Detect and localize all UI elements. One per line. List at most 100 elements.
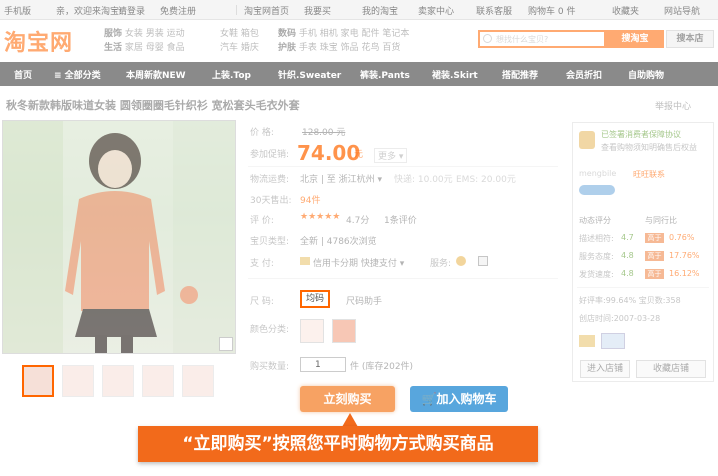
color-option-orange[interactable] <box>332 319 356 343</box>
category-row[interactable]: 女装 男装 运动 <box>125 29 185 39</box>
payment-options[interactable]: 信用卡分期 快捷支付 ▾ <box>313 256 404 269</box>
type-label: 宝贝类型: <box>250 237 290 247</box>
service-badge-icon[interactable] <box>456 256 466 266</box>
wangwang-contact-link[interactable]: 旺旺联系 <box>633 169 665 180</box>
buy-now-callout: “立即购买”按照您平时购物方式购买商品 <box>138 426 538 462</box>
zoom-icon[interactable] <box>219 337 233 351</box>
nav-item-matching[interactable]: 搭配推荐 <box>502 68 538 81</box>
mobile-link[interactable]: 手机版 <box>4 4 31 17</box>
dsr-title: 动态评分 <box>579 216 611 225</box>
guarantee-subtitle[interactable]: 查看购物须知明确售后权益 <box>601 142 697 153</box>
dsr-row-label: 发货速度: <box>579 270 614 279</box>
dsr-row-badge: 高于 <box>645 251 664 261</box>
sold-label: 30天售出: <box>250 196 292 206</box>
category-row[interactable]: 女鞋 箱包 <box>220 27 259 41</box>
category-row[interactable]: 汽车 婚庆 <box>220 41 259 55</box>
size-helper-link[interactable]: 尺码助手 <box>346 294 382 307</box>
service-return-icon[interactable] <box>478 256 488 266</box>
promo-price: 74.00 <box>297 141 361 165</box>
dsr-row-label: 服务态度: <box>579 252 614 261</box>
size-option-free[interactable]: 均码 <box>300 290 330 308</box>
rating-label: 评 价: <box>250 216 274 226</box>
certification-icon <box>601 333 625 349</box>
register-link[interactable]: 免费注册 <box>160 4 196 17</box>
quantity-stepper[interactable]: 1 <box>300 357 346 372</box>
rating-count-link[interactable]: 1条评价 <box>384 213 417 226</box>
category-row[interactable]: 手表 珠宝 饰品 花鸟 百货 <box>299 43 400 53</box>
thumbnail[interactable] <box>182 365 214 397</box>
compare-title: 与同行比 <box>645 216 677 225</box>
search-store-button[interactable]: 搜本店 <box>666 30 714 48</box>
dsr-row-pct: 16.12% <box>669 269 700 278</box>
color-option-white[interactable] <box>300 319 324 343</box>
cart-link[interactable]: 购物车 0 件 <box>528 4 575 17</box>
thumbnail[interactable] <box>102 365 134 397</box>
contact-service-link[interactable]: 联系客服 <box>476 4 512 17</box>
product-title: 秋冬新款韩版味道女装 圆领圈圈毛针织衫 宽松套头毛衣外套 <box>6 99 300 112</box>
seller-panel: 已签署消费者保障协议 查看购物须知明确售后权益 mengbile 旺旺联系 动态… <box>572 122 714 382</box>
dsr-row-pct: 0.76% <box>669 233 695 242</box>
report-center-link[interactable]: 举报中心 <box>655 99 691 112</box>
thumbnail[interactable] <box>62 365 94 397</box>
payment-icon <box>579 335 595 347</box>
favorite-store-button[interactable]: 收藏店铺 <box>636 360 706 378</box>
model-photo <box>3 121 235 353</box>
promo-more-dropdown[interactable]: 更多 ▾ <box>374 148 408 163</box>
dsr-row-badge: 高于 <box>645 269 664 279</box>
add-to-cart-label: 加入购物车 <box>436 392 497 406</box>
dsr-row-pct: 17.76% <box>669 251 700 260</box>
login-link[interactable]: 请登录 <box>118 4 145 17</box>
dsr-row-score: 4.8 <box>621 251 634 260</box>
thumbnail[interactable] <box>142 365 174 397</box>
guarantee-badge-icon <box>579 131 595 149</box>
shipping-label: 物流运费: <box>250 175 290 185</box>
nav-item-self-service[interactable]: 自助购物 <box>628 68 664 81</box>
quantity-label: 购买数量: <box>250 362 290 372</box>
add-to-cart-button[interactable]: 🛒加入购物车 <box>410 386 508 412</box>
favorites-menu[interactable]: 收藏夹 <box>612 4 639 17</box>
my-taobao-menu[interactable]: 我的淘宝 <box>362 4 398 17</box>
buy-now-button[interactable]: 立刻购买 <box>300 386 395 412</box>
rating-stars: ★★★★★ <box>300 212 341 222</box>
quantity-value[interactable]: 1 <box>315 360 321 370</box>
search-placeholder: 想找什么宝贝? <box>496 35 549 44</box>
guarantee-title[interactable]: 已签署消费者保障协议 <box>601 129 681 140</box>
nav-item-pants[interactable]: 裤装.Pants <box>360 68 410 81</box>
type-value: 全新 | 4786次浏览 <box>300 237 377 247</box>
category-row[interactable]: 手机 相机 家电 配件 笔记本 <box>299 29 409 39</box>
home-link[interactable]: 淘宝网首页 <box>244 4 289 17</box>
dsr-row-score: 4.7 <box>621 233 634 242</box>
nav-item-top[interactable]: 上装.Top <box>212 68 251 81</box>
nav-item-sweater[interactable]: 针织.Sweater <box>278 68 341 81</box>
category-row[interactable]: 家居 母婴 食品 <box>125 43 185 53</box>
nav-item-all-categories[interactable]: ≡ 全部分类 <box>54 68 101 81</box>
buy-menu[interactable]: 我要买 <box>304 4 331 17</box>
nav-item-home[interactable]: 首页 <box>14 68 32 81</box>
size-label: 尺 码: <box>250 297 274 307</box>
cart-icon: 🛒 <box>421 392 437 406</box>
rating-score: 4.7分 <box>346 216 370 226</box>
store-nav-bar: 首页 ≡ 全部分类 本周新款NEW 上装.Top 针织.Sweater 裤装.P… <box>0 62 718 86</box>
site-nav-menu[interactable]: 网站导航 <box>664 4 700 17</box>
seller-name[interactable]: mengbile <box>579 169 616 178</box>
nav-item-skirt[interactable]: 裙装.Skirt <box>432 68 478 81</box>
nav-item-member-discount[interactable]: 会员折扣 <box>566 68 602 81</box>
promo-label: 参加促销: <box>250 150 290 160</box>
callout-arrow <box>342 413 358 427</box>
nav-item-new[interactable]: 本周新款NEW <box>126 68 186 81</box>
thumbnail[interactable] <box>22 365 54 397</box>
search-input[interactable]: 想找什么宝贝? <box>478 30 606 48</box>
price-label: 价 格: <box>250 128 274 138</box>
shipping-destination[interactable]: 北京 | 至 浙江杭州 ▾ <box>300 172 382 185</box>
seller-center-menu[interactable]: 卖家中心 <box>418 4 454 17</box>
service-label: 服务: <box>430 259 452 269</box>
dsr-row-label: 描述相符: <box>579 234 614 243</box>
original-price: 128.00 元 <box>302 128 346 138</box>
category-group-fashion: 服饰 女装 男装 运动 生活 家居 母婴 食品 <box>104 29 185 53</box>
category-group-shoes: 女鞋 箱包 汽车 婚庆 <box>220 27 259 55</box>
search-taobao-button[interactable]: 搜淘宝 <box>606 30 664 48</box>
stock-text: 件 (库存202件) <box>350 362 414 372</box>
product-main-image[interactable] <box>2 120 236 354</box>
enter-store-button[interactable]: 进入店铺 <box>580 360 630 378</box>
taobao-logo[interactable]: 淘宝网 <box>4 25 73 57</box>
